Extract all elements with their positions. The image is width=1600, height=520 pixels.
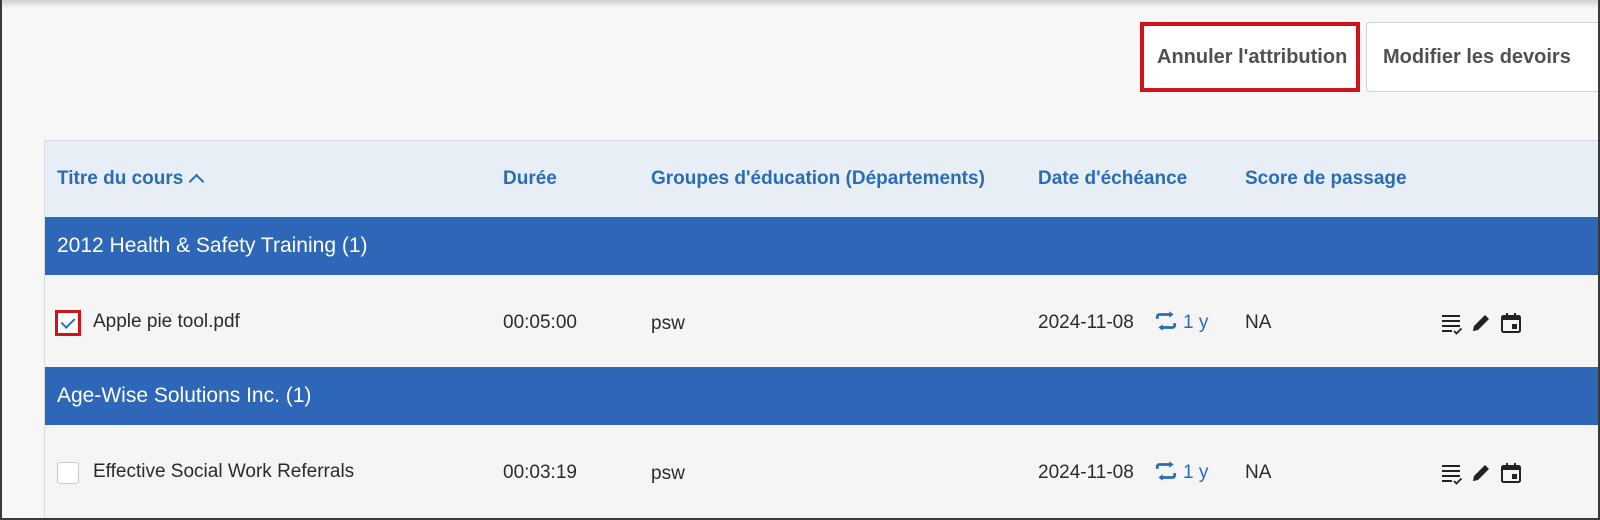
group-title: 2012 Health & Safety Training (1) bbox=[57, 234, 368, 257]
repeat-icon bbox=[1155, 461, 1177, 481]
repeat-icon bbox=[1155, 311, 1177, 331]
calendar-icon[interactable] bbox=[1500, 462, 1522, 484]
course-title-cell: Effective Social Work Referrals bbox=[93, 461, 355, 482]
duration-cell: 00:05:00 bbox=[503, 312, 577, 333]
header-course-title-label: Titre du cours bbox=[57, 168, 184, 189]
row-checkbox[interactable] bbox=[57, 462, 79, 484]
calendar-icon[interactable] bbox=[1500, 312, 1522, 334]
groups-cell: psw bbox=[651, 463, 685, 484]
duration-cell: 00:03:19 bbox=[503, 462, 577, 483]
unassign-button[interactable]: Annuler l'attribution bbox=[1140, 22, 1360, 92]
app-frame: Annuler l'attribution Modifier les devoi… bbox=[0, 0, 1600, 520]
list-check-icon[interactable] bbox=[1441, 313, 1463, 335]
recurrence-cell: 1 y bbox=[1183, 462, 1209, 483]
recurrence-cell: 1 y bbox=[1183, 312, 1209, 333]
list-check-icon[interactable] bbox=[1441, 463, 1463, 485]
passing-score-cell: NA bbox=[1245, 462, 1272, 483]
table-row: Apple pie tool.pdf 00:05:00 psw 2024-11-… bbox=[45, 275, 1598, 367]
top-edge-shadow bbox=[2, 0, 1598, 8]
groups-cell: psw bbox=[651, 313, 685, 334]
edit-assignments-button[interactable]: Modifier les devoirs bbox=[1366, 22, 1598, 92]
passing-score-cell: NA bbox=[1245, 312, 1272, 333]
table-header: Titre du cours Durée Groupes d'éducation… bbox=[45, 141, 1598, 217]
group-title: Age-Wise Solutions Inc. (1) bbox=[57, 384, 312, 407]
course-title-cell: Apple pie tool.pdf bbox=[93, 311, 240, 332]
due-date-cell: 2024-11-08 bbox=[1038, 462, 1134, 483]
header-due-date[interactable]: Date d'échéance bbox=[1038, 168, 1187, 190]
row-checkbox[interactable] bbox=[55, 310, 81, 336]
table-row: Effective Social Work Referrals 00:03:19… bbox=[45, 425, 1598, 517]
group-header-row: Age-Wise Solutions Inc. (1) bbox=[45, 367, 1598, 425]
header-duration[interactable]: Durée bbox=[503, 168, 557, 190]
group-header-row: 2012 Health & Safety Training (1) bbox=[45, 217, 1598, 275]
header-passing-score[interactable]: Score de passage bbox=[1245, 168, 1407, 190]
chevron-up-icon[interactable] bbox=[189, 173, 205, 190]
pencil-icon[interactable] bbox=[1470, 312, 1492, 334]
course-table: Titre du cours Durée Groupes d'éducation… bbox=[44, 140, 1598, 518]
pencil-icon[interactable] bbox=[1470, 462, 1492, 484]
header-groups[interactable]: Groupes d'éducation (Départements) bbox=[651, 168, 985, 190]
due-date-cell: 2024-11-08 bbox=[1038, 312, 1134, 333]
header-course-title[interactable]: Titre du cours bbox=[57, 168, 205, 190]
